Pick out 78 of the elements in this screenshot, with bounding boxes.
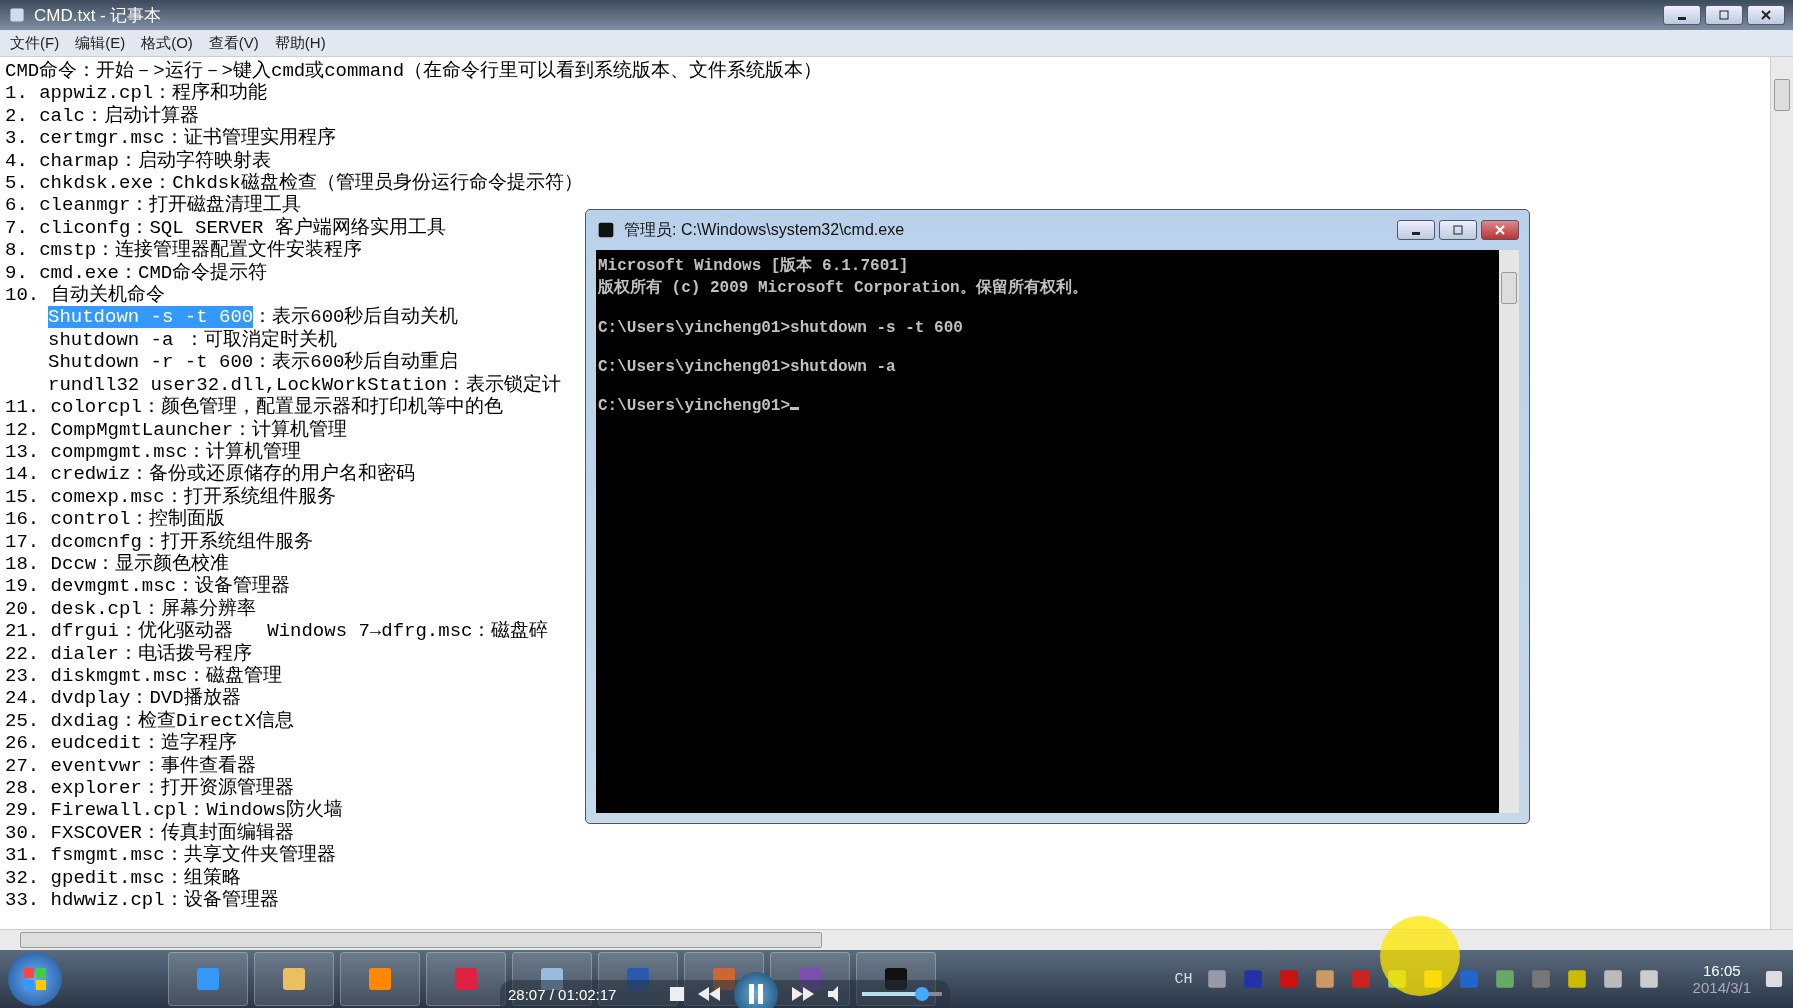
text-line: 23. diskmgmt.msc：磁盘管理 (5, 664, 283, 687)
text-line: 18. Dccw：显示颜色校准 (5, 552, 230, 575)
restore-icon (1719, 10, 1729, 20)
text-line: shutdown -a ：可取消定时关机 (48, 328, 337, 351)
console-title: 管理员: C:\Windows\system32\cmd.exe (624, 219, 905, 240)
vertical-scrollbar[interactable] (1499, 250, 1519, 813)
slider-thumb[interactable] (915, 987, 930, 1001)
text-line: 3. certmgr.msc：证书管理实用程序 (5, 127, 336, 150)
console-line: 版权所有 (c) 2009 Microsoft Corporation。保留所有权利。 (598, 279, 1088, 298)
text-line: 30. FXSCOVER：传真封面编辑器 (5, 821, 294, 844)
playback-time: 28:07 / 01:02:17 (508, 985, 617, 1003)
console-line: C:\Users\yincheng01> (598, 397, 800, 415)
text-line: 15. comexp.msc：打开系统组件服务 (5, 485, 336, 508)
text-line: 27. eventvwr：事件查看器 (5, 754, 256, 777)
console-line: C:\Users\yincheng01>shutdown -a (598, 357, 896, 376)
text-line: 8. cmstp：连接管理器配置文件安装程序 (5, 239, 363, 262)
text-line: 2. calc：启动计算器 (5, 104, 199, 128)
minimize-icon (1677, 16, 1687, 20)
close-icon (1761, 10, 1771, 20)
text-line: 10. 自动关机命令 (5, 284, 165, 307)
menu-item[interactable]: 帮助(H) (268, 31, 332, 55)
text-line: Shutdown -r -t 600：表示600秒后自动重启 (48, 351, 459, 374)
text-line: 19. devmgmt.msc：设备管理器 (5, 575, 291, 598)
window-title: CMD.txt - 记事本 (34, 4, 162, 27)
horizontal-scrollbar[interactable] (0, 929, 1793, 950)
text-line: 16. control：控制面版 (5, 508, 226, 531)
console-line: C:\Users\yincheng01>shutdown -s -t 600 (598, 318, 963, 337)
text-line: 29. Firewall.cpl：Windows防火墙 (5, 799, 344, 822)
text-line: 20. desk.cpl：屏幕分辨率 (5, 597, 256, 620)
menu-item[interactable]: 查看(V) (202, 31, 265, 55)
text-line: 22. dialer：电话拨号程序 (5, 642, 253, 665)
minimize-icon (1411, 231, 1421, 235)
restore-icon (1453, 225, 1463, 235)
start-button[interactable] (8, 952, 62, 1006)
text-line: 9. cmd.exe：CMD命令提示符 (5, 261, 268, 284)
restore-button[interactable] (1439, 220, 1477, 240)
text-line: 1. appwiz.cpl：程序和功能 (5, 82, 268, 105)
text-line: CMD命令：开始－>运行－>键入cmd或command（在命令行里可以看到系统版本、文件系统版本） (5, 60, 823, 82)
clock[interactable]: 16:05 2014/3/1 (1692, 962, 1751, 996)
text-line: 12. CompMgmtLauncher：计算机管理 (5, 418, 348, 441)
clock-time: 16:05 (1703, 962, 1741, 979)
text-line: 31. fsmgmt.msc：共享文件夹管理器 (5, 844, 336, 867)
menu-item[interactable]: 编辑(E) (69, 31, 132, 55)
text-line: 24. dvdplay：DVD播放器 (5, 687, 241, 710)
pause-button[interactable] (734, 972, 779, 1008)
text-line: Shutdown -s -t 600：表示600秒后自动关机 (48, 306, 459, 329)
text-line: 7. cliconfg：SQL SERVER 客户端网络实用工具 (5, 216, 446, 239)
menu-item[interactable]: 格式(O) (135, 31, 199, 55)
text-line: 6. cleanmgr：打开磁盘清理工具 (5, 194, 302, 217)
vertical-scrollbar[interactable] (1770, 57, 1793, 929)
pause-icon (747, 984, 766, 1004)
text-line: 26. eudcedit：造字程序 (5, 732, 237, 755)
close-icon (1495, 225, 1505, 235)
text-line: rundll32 user32.dll,LockWorkStation：表示锁定计 (48, 373, 562, 396)
close-button[interactable] (1747, 5, 1785, 25)
minimize-button[interactable] (1663, 5, 1701, 25)
text-line: 4. charmap：启动字符映射表 (5, 149, 272, 173)
text-line: 17. dcomcnfg：打开系统组件服务 (5, 530, 313, 553)
close-button[interactable] (1481, 220, 1519, 240)
text-line: 33. hdwwiz.cpl：设备管理器 (5, 889, 279, 912)
minimize-button[interactable] (1397, 220, 1435, 240)
windows-logo-icon (22, 966, 48, 992)
text-line: 14. credwiz：备份或还原储存的用户名和密码 (5, 463, 416, 486)
console-line: Microsoft Windows [版本 6.1.7601] (598, 257, 909, 275)
text-line: 21. dfrgui：优化驱动器 Windows 7→dfrg.msc：磁盘碎 (5, 620, 549, 643)
rewind-button[interactable] (698, 987, 721, 1001)
text-line: 13. compmgmt.msc：计算机管理 (5, 440, 302, 463)
text-line: 25. dxdiag：检查DirectX信息 (5, 709, 294, 732)
text-line: 11. colorcpl：颜色管理，配置显示器和打印机等中的色 (5, 396, 503, 419)
clock-date: 2014/3/1 (1692, 979, 1751, 996)
fast-forward-button[interactable] (792, 987, 815, 1001)
text-line: 28. explorer：打开资源管理器 (5, 777, 294, 799)
language-indicator[interactable]: CH (1174, 970, 1193, 988)
menu-item[interactable]: 文件(F) (4, 31, 66, 55)
restore-button[interactable] (1705, 5, 1743, 25)
text-line: 5. chkdsk.exe：Chkdsk磁盘检查（管理员身份运行命令提示符） (5, 172, 583, 195)
stop-button[interactable] (670, 987, 685, 1001)
text-line: 32. gpedit.msc：组策略 (5, 866, 241, 889)
